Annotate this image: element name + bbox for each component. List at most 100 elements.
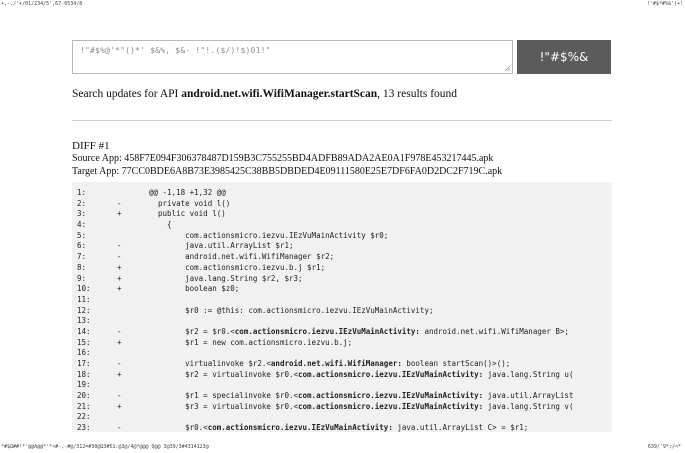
diff-marker: + — [117, 369, 122, 379]
diff-line: 13: — [77, 316, 573, 327]
diff-marker: - — [117, 423, 122, 432]
diff-line: 15: + $r1 = new com.actionsmicro.iezvu.b.… — [77, 338, 573, 349]
diff-line: 11: — [77, 295, 573, 306]
diff-marker: + — [117, 337, 122, 347]
diff-line: 8: + com.actionsmicro.iezvu.b.j $r1; — [77, 263, 573, 274]
line-number: 11: — [77, 294, 91, 304]
resize-grip-icon[interactable] — [504, 65, 511, 72]
line-number: 20: — [77, 391, 91, 401]
diff-title: DIFF #1 — [72, 140, 110, 152]
line-code: virtualinvoke $r2.<android.net.wifi.Wifi… — [149, 359, 511, 368]
diff-marker — [117, 188, 149, 199]
line-number: 8: — [77, 262, 87, 272]
footer-left-text: *#$Ω##!*'@@A@@*'*<#-,-#@/312=#30@Ω3#51:@… — [1, 444, 209, 450]
diff-marker: + — [117, 284, 122, 294]
line-number: 4: — [77, 220, 87, 230]
search-input[interactable]: !"#$%@'*"()*' $&%, $&- !"!.($/)!$)01!" — [72, 40, 513, 74]
line-code: boolean $z0; — [149, 284, 240, 294]
diff-line: 16: — [77, 348, 573, 359]
diff-marker — [117, 348, 149, 359]
diff-line: 22: — [77, 412, 573, 423]
header-left-text: +,-./'+/01/234/5',67-0534/8 — [1, 1, 83, 7]
line-code: $r0 := @this: com.actionsmicro.iezvu.IEz… — [149, 305, 434, 315]
line-code: private void l() — [149, 198, 231, 208]
line-number: 19: — [77, 380, 91, 390]
diff-line: 21: + $r3 = virtualinvoke $r0.<com.action… — [77, 402, 573, 413]
diff-line: 6: - java.util.ArrayList $r1; — [77, 241, 573, 252]
line-code: com.actionsmicro.iezvu.b.j $r1; — [149, 262, 326, 272]
diff-marker: + — [117, 262, 122, 272]
diff-line: 12: $r0 := @this: com.actionsmicro.iezvu… — [77, 306, 573, 317]
line-code: { — [149, 220, 172, 230]
target-app: Target App: 77CC0BDE6A8B73E3985425C38BB5… — [72, 166, 503, 177]
line-number: 18: — [77, 369, 91, 379]
diff-marker: - — [117, 252, 122, 262]
diff-line: 20: - $r1 = specialinvoke $r0.<com.action… — [77, 391, 573, 402]
source-app: Source App: 458F7E094F306378487D159B3C75… — [72, 153, 494, 164]
diff-marker — [117, 295, 149, 306]
diff-line: 3: + public void l() — [77, 209, 573, 220]
diff-marker: - — [117, 241, 122, 251]
diff-line: 10: + boolean $z0; — [77, 284, 573, 295]
diff-marker: - — [117, 391, 122, 401]
line-number: 17: — [77, 359, 91, 368]
line-code: android.net.wifi.WifiManager $r2; — [149, 252, 335, 262]
results-summary: Search updates for API android.net.wifi.… — [72, 88, 458, 100]
line-number: 6: — [77, 241, 87, 251]
diff-marker: - — [117, 326, 122, 336]
line-code: $r3 = virtualinvoke $r0.<com.actionsmicr… — [149, 401, 574, 411]
line-code: $r1 = specialinvoke $r0.<com.actionsmicr… — [149, 391, 574, 401]
diff-marker — [117, 380, 149, 391]
divider — [72, 120, 612, 121]
diff-code-block: 1: @@ -1,18 +1,32 @@ 2: - private void l() 3… — [72, 182, 612, 432]
diff-marker: - — [117, 198, 122, 208]
diff-line: 7: - android.net.wifi.WifiManager $r2; — [77, 252, 573, 263]
diff-line: 5: com.actionsmicro.iezvu.IEzVuMainActiv… — [77, 231, 573, 242]
line-number: 14: — [77, 326, 91, 336]
search-button[interactable]: !"#$%& — [517, 40, 611, 74]
line-number: 21: — [77, 401, 91, 411]
line-code: $r1 = new com.actionsmicro.iezvu.b.j; — [149, 337, 353, 347]
diff-line: 9: + java.lang.String $r2, $r3; — [77, 274, 573, 285]
line-number: 15: — [77, 337, 91, 347]
line-number: 22: — [77, 412, 91, 422]
line-code: java.lang.String $r2, $r3; — [149, 273, 303, 283]
line-code: $r2 = $r0.<com.actionsmicro.iezvu.IEzVuM… — [149, 326, 569, 336]
line-number: 7: — [77, 252, 87, 262]
line-code: $r2 = virtualinvoke $r0.<com.actionsmicr… — [149, 369, 574, 379]
diff-marker — [117, 412, 149, 423]
diff-marker: - — [117, 359, 122, 368]
diff-line: 1: @@ -1,18 +1,32 @@ — [77, 188, 573, 199]
footer-right-text: 639/'9*;/<* — [647, 444, 681, 450]
diff-marker — [117, 316, 149, 327]
diff-marker — [117, 231, 149, 242]
line-number: 3: — [77, 209, 87, 219]
diff-marker — [117, 220, 149, 231]
line-code: java.util.ArrayList $r1; — [149, 241, 294, 251]
line-code: @@ -1,18 +1,32 @@ — [149, 188, 226, 197]
diff-line: 4: { — [77, 220, 573, 231]
line-number: 9: — [77, 273, 87, 283]
line-number: 13: — [77, 316, 91, 326]
diff-marker: + — [117, 209, 122, 219]
diff-marker: + — [117, 273, 122, 283]
line-code: com.actionsmicro.iezvu.IEzVuMainActivity… — [149, 230, 389, 240]
diff-marker: + — [117, 401, 122, 411]
diff-line: 23: - $r0.<com.actionsmicro.iezvu.IEzVuMa… — [77, 423, 573, 432]
search-input-value: !"#$%@'*"()*' $&%, $&- !"!.($/)!$)01!" — [80, 46, 271, 55]
line-number: 5: — [77, 230, 87, 240]
line-code: public void l() — [149, 209, 226, 219]
diff-line: 17: - virtualinvoke $r2.<android.net.wifi… — [77, 359, 573, 370]
header-right-text: !'#$*#%&'(+! — [646, 1, 683, 7]
line-number: 10: — [77, 284, 91, 294]
diff-line: 14: - $r2 = $r0.<com.actionsmicro.iezvu.I… — [77, 327, 573, 338]
line-number: 23: — [77, 423, 91, 432]
api-name: android.net.wifi.WifiManager.startScan — [181, 88, 378, 100]
diff-line: 2: - private void l() — [77, 199, 573, 210]
diff-marker — [117, 306, 149, 317]
line-number: 12: — [77, 305, 91, 315]
line-number: 1: — [77, 188, 87, 197]
diff-line: 18: + $r2 = virtualinvoke $r0.<com.action… — [77, 370, 573, 381]
line-code: $r0.<com.actionsmicro.iezvu.IEzVuMainAct… — [149, 423, 529, 432]
line-number: 16: — [77, 348, 91, 358]
